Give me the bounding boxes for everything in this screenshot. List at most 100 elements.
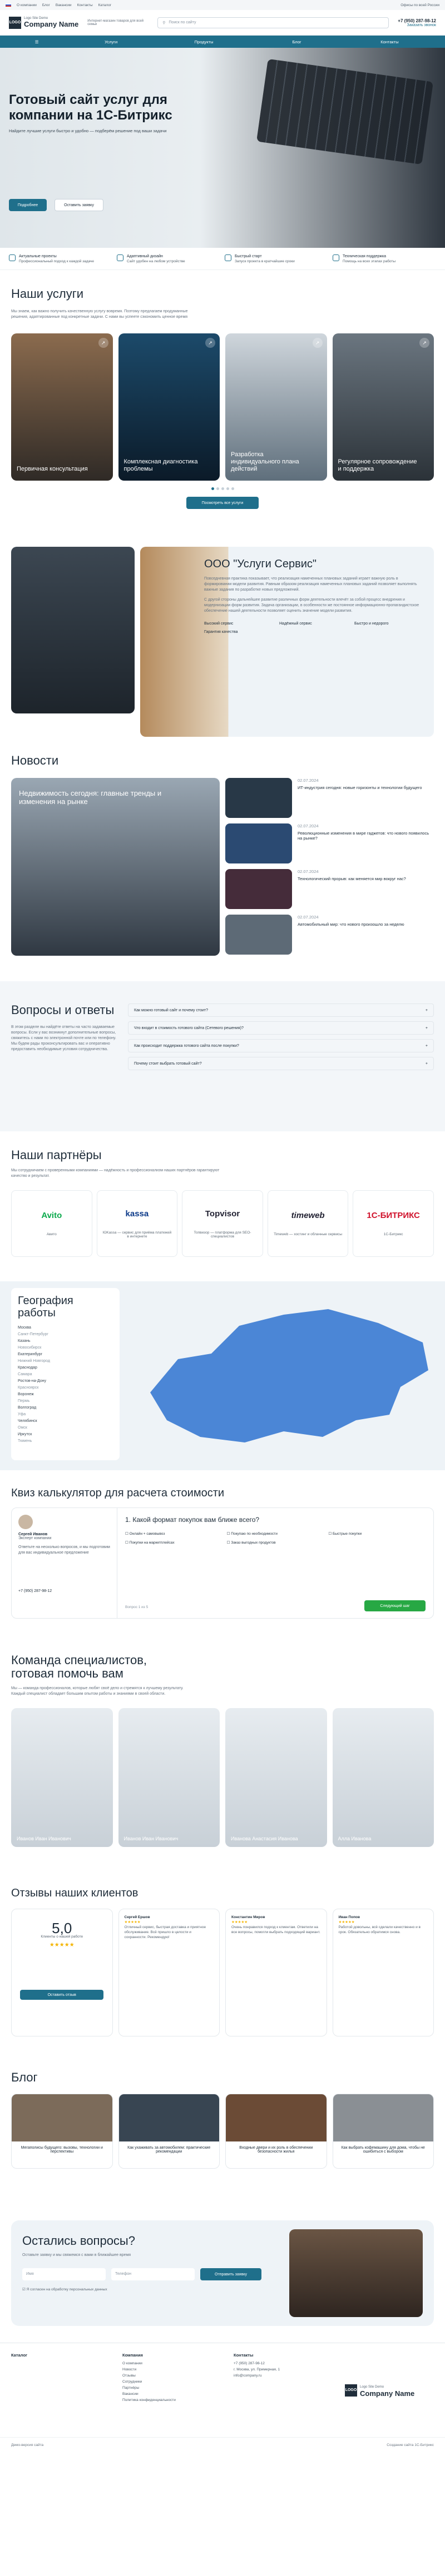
footer-link[interactable]: Политика конфиденциальности — [122, 2397, 222, 2403]
blog-card[interactable]: Как выбрать кофемашину для дома, чтобы н… — [332, 2094, 434, 2169]
city-item[interactable]: Пермь — [18, 1398, 113, 1405]
topbar-link[interactable]: Контакты — [77, 3, 93, 7]
city-item[interactable]: Уфа — [18, 1411, 113, 1418]
service-card[interactable]: ↗ Комплексная диагностика проблемы — [118, 333, 220, 481]
faq-item[interactable]: Как происходит поддержка готового сайта … — [128, 1039, 434, 1052]
city-item[interactable]: Нижний Новгород — [18, 1358, 113, 1365]
city-item[interactable]: Санкт-Петербург — [18, 1331, 113, 1338]
city-item[interactable]: Иркутск — [18, 1431, 113, 1438]
footer-link[interactable]: Вакансии — [122, 2391, 222, 2397]
nav-item-products[interactable]: Продукты — [157, 39, 250, 44]
partner-card[interactable]: 1С-БИТРИКС 1С-Битрикс — [353, 1190, 434, 1257]
city-item[interactable]: Самара — [18, 1371, 113, 1378]
footer-address: г. Москва, ул. Примерная, 1 — [234, 2368, 280, 2372]
phone-link[interactable]: +7 (950) 287-98-12 — [398, 18, 436, 23]
city-item[interactable]: Тюмень — [18, 1438, 113, 1445]
next-step-button[interactable]: Следующий шаг — [364, 1600, 426, 1611]
hero-subtitle: Найдите лучшие услуги быстро и удобно — … — [9, 128, 167, 133]
name-input[interactable]: Имя — [22, 2268, 106, 2280]
quiz-option[interactable]: ☐ Покупки на маркетплейсах — [125, 1540, 222, 1545]
partner-card[interactable]: Avito Авито — [11, 1190, 92, 1257]
city-list: Москва Санкт-Петербург Казань Новосибирс… — [18, 1325, 113, 1445]
topbar-link[interactable]: О компании — [17, 3, 37, 7]
city-item[interactable]: Екатеринбург — [18, 1351, 113, 1358]
hero-request-button[interactable]: Оставить заявку — [55, 199, 103, 211]
news-item[interactable]: 02.07.2024 Автомобильный мир: что нового … — [225, 915, 434, 955]
quiz-option[interactable]: ☐ Онлайн + самовывоз — [125, 1531, 222, 1536]
footer-link[interactable]: Партнёры — [122, 2385, 222, 2391]
quiz-option[interactable]: ☐ Заказ выгодных продуктов — [227, 1540, 324, 1545]
support-icon — [333, 254, 339, 261]
services-section: Наши услуги Мы знаем, как важно получить… — [0, 270, 445, 537]
footer-catalog-title[interactable]: Каталог — [11, 2352, 111, 2358]
footer-link[interactable]: Новости — [122, 2367, 222, 2373]
search-input[interactable]: ⚲ Поиск по сайту — [157, 17, 389, 28]
blog-section: Блог Мегаполисы будущего: вызовы, технол… — [0, 2054, 445, 2204]
footer-link[interactable]: Сотрудники — [122, 2379, 222, 2385]
blog-card[interactable]: Входные двери и их роль в обеспечении бе… — [225, 2094, 327, 2169]
logo[interactable]: LOGO Logo Site Demo Company Name — [9, 16, 78, 29]
news-item[interactable]: 02.07.2024 Технологический прорыв: как ме… — [225, 869, 434, 909]
partner-card[interactable]: Topvisor Топвизор — платформа для SEO-спе… — [182, 1190, 263, 1257]
faq-item[interactable]: Почему стоит выбрать готовый сайт? + — [128, 1057, 434, 1070]
team-card[interactable]: Алла Иванова — [332, 1708, 434, 1847]
plus-icon: + — [425, 1008, 428, 1012]
city-item[interactable]: Омск — [18, 1425, 113, 1431]
leave-review-button[interactable]: Оставить отзыв — [20, 1990, 104, 2000]
team-card[interactable]: Иванов Иван Иванович — [11, 1708, 113, 1847]
blog-card[interactable]: Как ухаживать за автомобилем: практическ… — [118, 2094, 220, 2169]
hero-details-button[interactable]: Подробнее — [9, 199, 47, 211]
city-item[interactable]: Красноярск — [18, 1385, 113, 1391]
city-item[interactable]: Москва — [18, 1325, 113, 1331]
nav-item-services[interactable]: Услуги — [65, 39, 157, 44]
service-card[interactable]: ↗ Разработка индивидуального плана действ… — [225, 333, 327, 481]
news-item[interactable]: 02.07.2024 ИТ-индустрия сегодня: новые го… — [225, 778, 434, 818]
quiz-option[interactable]: ☐ Быстрые покупки — [328, 1531, 426, 1536]
consent-checkbox[interactable]: ☑ Я согласен на обработку персональных д… — [22, 2287, 107, 2292]
about-tag: Гарантия качества — [204, 630, 238, 634]
nav-item-blog[interactable]: Блог — [250, 39, 343, 44]
all-services-button[interactable]: Посмотреть все услуги — [186, 497, 259, 509]
partners-title: Наши партнёры — [11, 1148, 102, 1162]
footer-email[interactable]: info@company.ru — [234, 2373, 334, 2379]
faq-item[interactable]: Что входит в стоимость готового сайта (С… — [128, 1021, 434, 1035]
city-item[interactable]: Новосибирск — [18, 1345, 113, 1351]
submit-button[interactable]: Отправить заявку — [200, 2268, 261, 2280]
developer-link[interactable]: Создание сайта 1С-Битрикс — [387, 2443, 434, 2447]
footer-phone[interactable]: +7 (950) 287-98-12 — [234, 2360, 334, 2367]
topbar-link[interactable]: Блог — [42, 3, 50, 7]
partner-card[interactable]: timeweb Timeweb — хостинг и облачные серв… — [267, 1190, 349, 1257]
blog-card[interactable]: Мегаполисы будущего: вызовы, технологии … — [11, 2094, 113, 2169]
phone-input[interactable]: Телефон — [111, 2268, 195, 2280]
nav-menu-icon[interactable]: ☰ — [9, 39, 65, 44]
team-card[interactable]: Иванов Иван Иванович — [118, 1708, 220, 1847]
city-item[interactable]: Краснодар — [18, 1365, 113, 1371]
design-icon — [117, 254, 123, 261]
flag-icon[interactable] — [6, 3, 11, 7]
faq-item[interactable]: Как можно готовый сайт и почему стоит? + — [128, 1004, 434, 1017]
service-card[interactable]: ↗ Регулярное сопровождение и поддержка — [332, 333, 434, 481]
quiz-option[interactable]: ☐ Покупаю по необходимости — [227, 1531, 324, 1536]
service-card[interactable]: ↗ Первичная консультация — [11, 333, 113, 481]
nav-item-contacts[interactable]: Контакты — [343, 39, 436, 44]
partners-section: Наши партнёры Мы сотрудничаем с проверен… — [0, 1131, 445, 1281]
arrow-icon: ↗ — [419, 338, 429, 348]
city-item[interactable]: Челябинск — [18, 1418, 113, 1425]
news-item[interactable]: 02.07.2024 Революционные изменения в мире… — [225, 823, 434, 863]
city-item[interactable]: Ростов-на-Дону — [18, 1378, 113, 1385]
city-item[interactable]: Воронеж — [18, 1391, 113, 1398]
footer-link[interactable]: О компании — [122, 2360, 222, 2367]
partner-card[interactable]: kassa ЮKassa — сервис для приёма платежей… — [96, 1190, 178, 1257]
team-card[interactable]: Иванова Анастасия Иванова — [225, 1708, 327, 1847]
city-item[interactable]: Волгоград — [18, 1405, 113, 1411]
footer-link[interactable]: Отзывы — [122, 2373, 222, 2379]
topbar-link[interactable]: Вакансии — [56, 3, 72, 7]
carousel-dots[interactable] — [11, 487, 434, 490]
topbar-link[interactable]: Каталог — [98, 3, 112, 7]
footer-logo[interactable]: LOGO Logo Site Demo Company Name — [345, 2352, 414, 2428]
geography-title: География работы — [18, 1295, 73, 1319]
news-main-card[interactable]: Недвижимость сегодня: главные тренды и и… — [11, 778, 220, 956]
suit-photo — [11, 547, 135, 713]
callback-link[interactable]: Заказать звонок — [407, 23, 436, 27]
city-item[interactable]: Казань — [18, 1338, 113, 1345]
